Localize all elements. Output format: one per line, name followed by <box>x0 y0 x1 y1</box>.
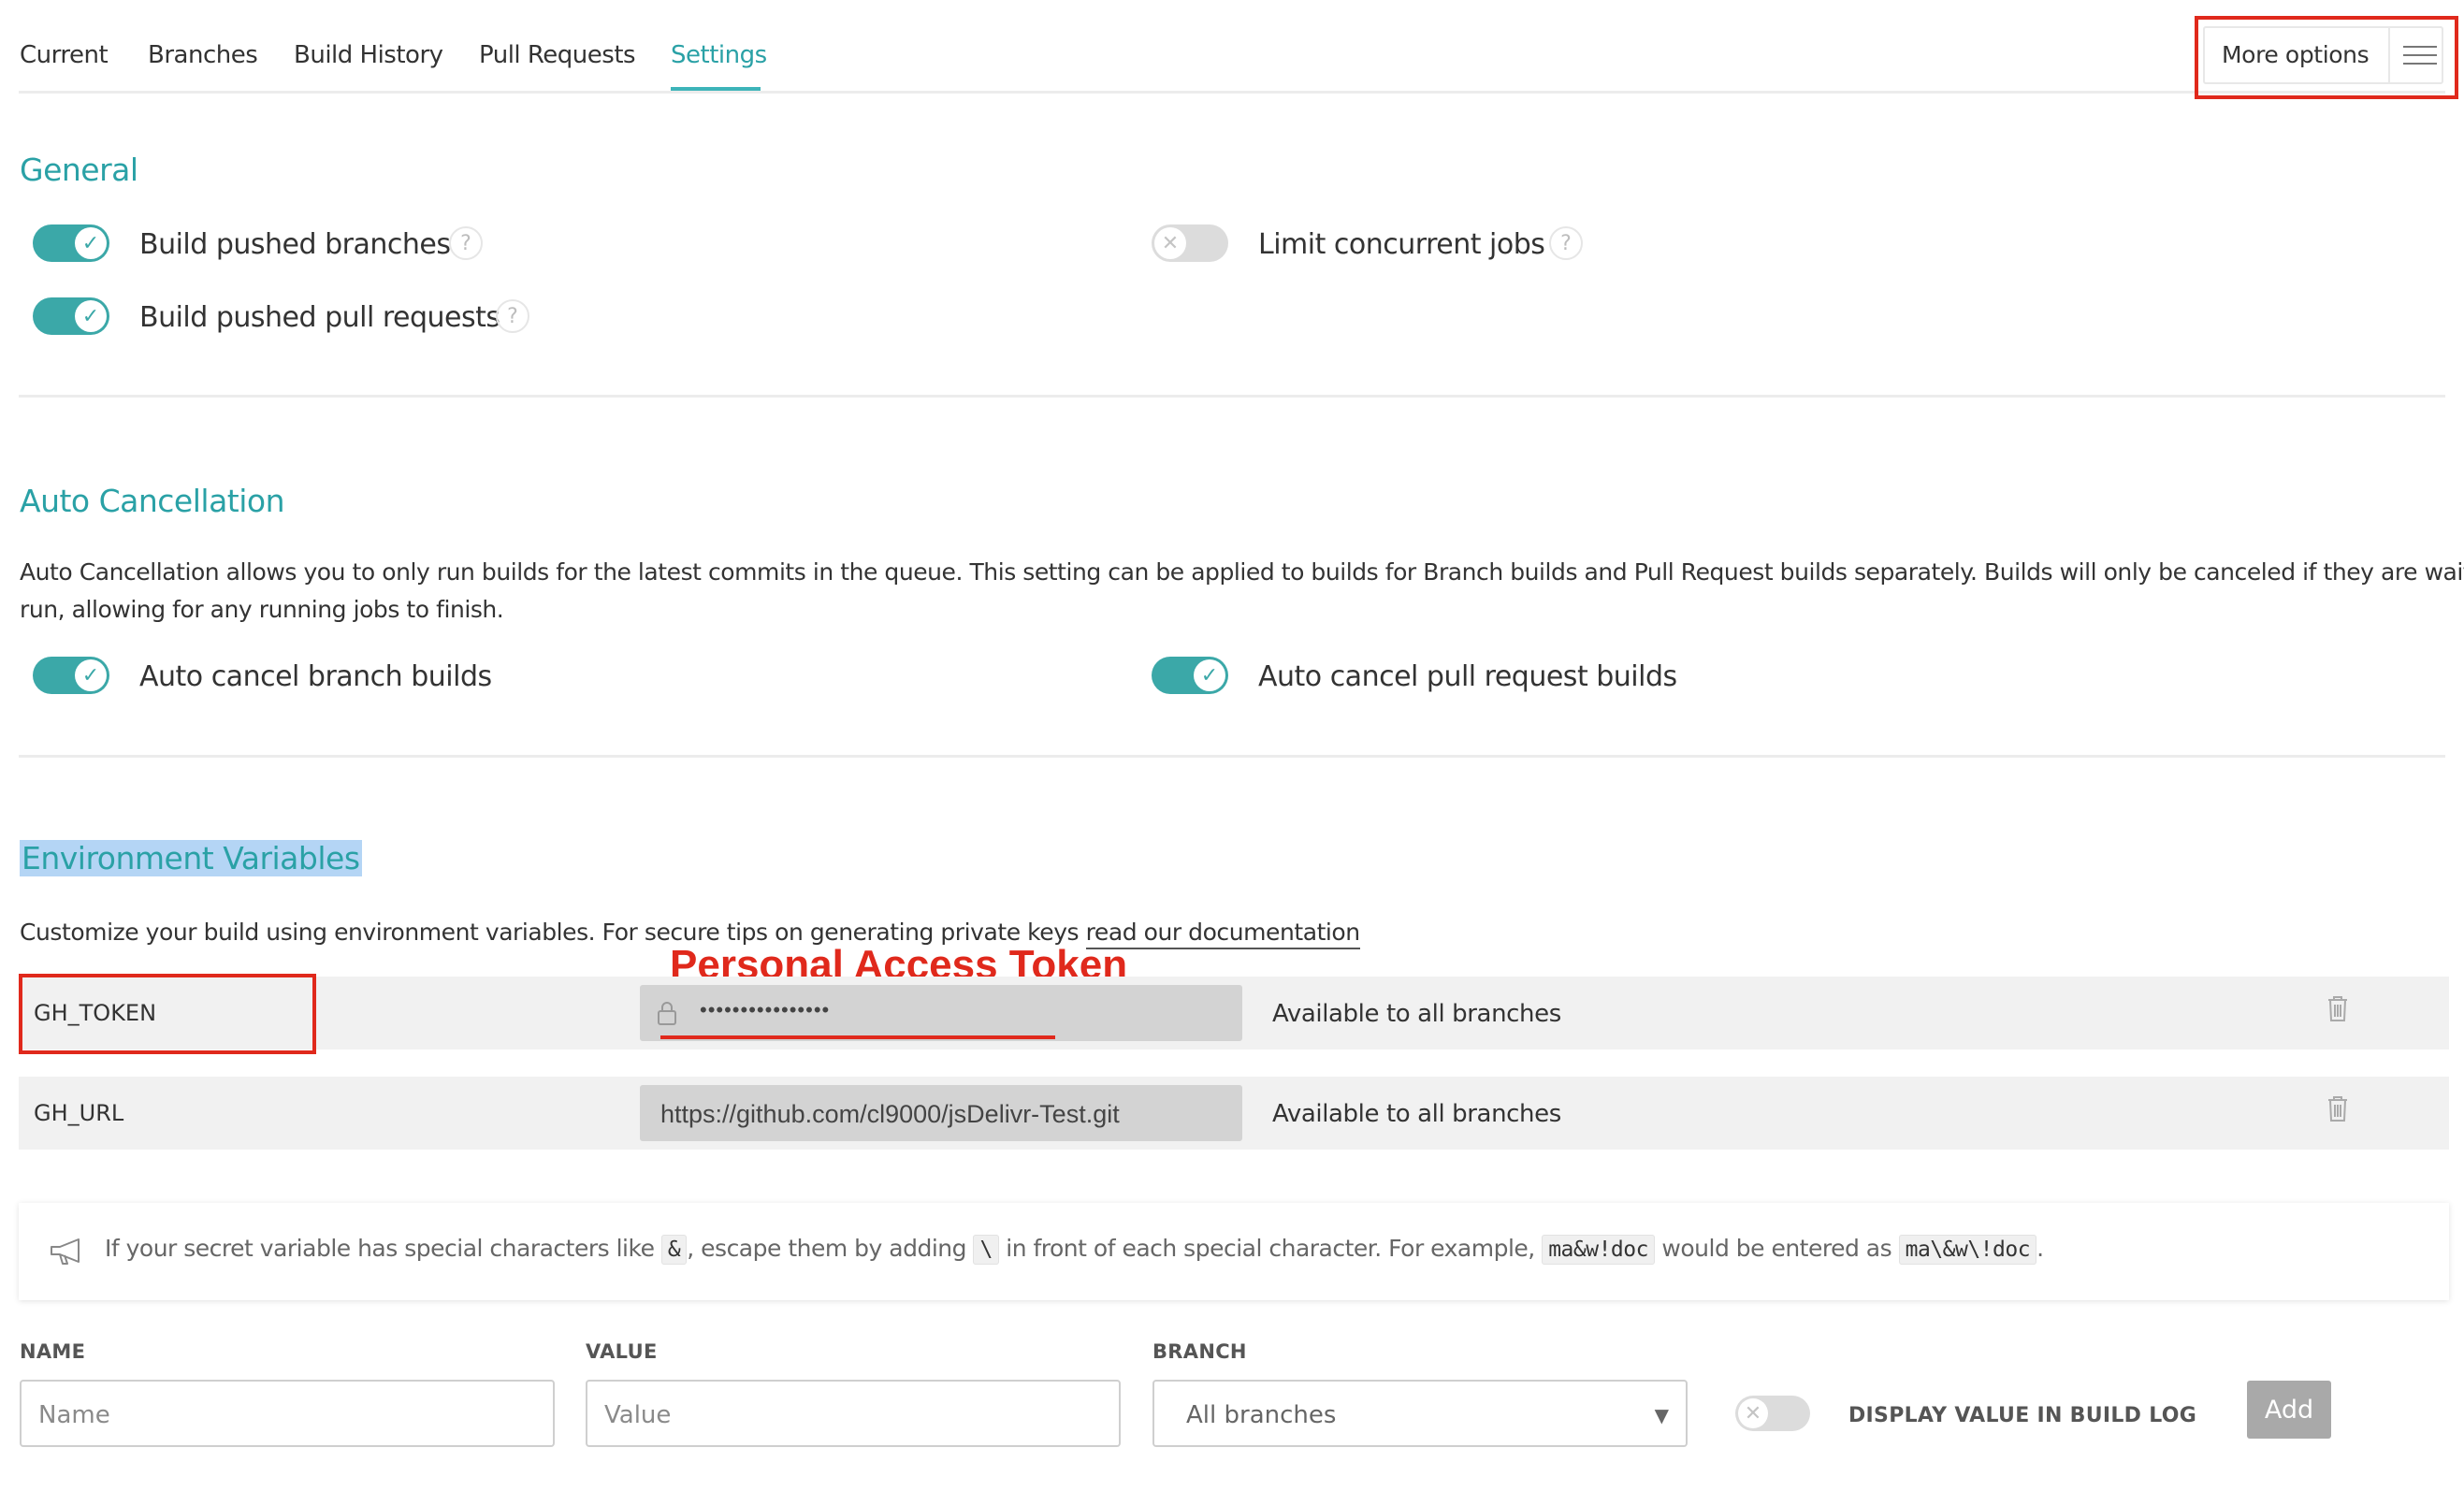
env-var-row: GH_TOKEN •••••••••••••••• Available to a… <box>19 977 2449 1049</box>
branch-selected-value: All branches <box>1186 1401 1337 1429</box>
env-var-value: •••••••••••••••• <box>640 985 1242 1041</box>
auto-cancellation-description-line2: run, allowing for any running jobs to fi… <box>20 596 504 623</box>
x-icon: ✕ <box>1738 1398 1768 1428</box>
check-icon: ✓ <box>75 659 107 691</box>
notice-code: ma&w!doc <box>1542 1235 1655 1265</box>
more-options-divider <box>2388 28 2390 82</box>
env-vars-section-title: Environment Variables <box>20 840 362 876</box>
tab-current[interactable]: Current <box>20 41 109 69</box>
env-var-value-text: https://github.com/cl9000/jsDelivr-Test.… <box>660 1100 1120 1128</box>
env-var-secret-value: •••••••••••••••• <box>700 998 831 1021</box>
more-options-button[interactable]: More options <box>2203 26 2443 84</box>
notice-text-part: in front of each special character. For … <box>998 1235 1543 1262</box>
check-icon: ✓ <box>1194 659 1225 691</box>
env-var-branch: Available to all branches <box>1272 1100 1561 1128</box>
help-icon[interactable]: ? <box>1549 226 1583 260</box>
notice-code: \ <box>973 1235 999 1265</box>
branch-select[interactable]: All branches ▼ <box>1152 1380 1688 1447</box>
help-icon[interactable]: ? <box>449 226 483 260</box>
auto-cancel-branch-toggle[interactable]: ✓ <box>33 657 109 694</box>
help-icon[interactable]: ? <box>496 299 529 333</box>
trash-icon[interactable] <box>2326 1093 2350 1123</box>
display-value-label: DISPLAY VALUE IN BUILD LOG <box>1848 1404 2197 1427</box>
tab-build-history[interactable]: Build History <box>294 41 443 69</box>
build-pushed-pull-requests-label: Build pushed pull requests <box>139 301 500 334</box>
notice-text-part: , escape them by adding <box>687 1235 974 1262</box>
env-var-value: https://github.com/cl9000/jsDelivr-Test.… <box>640 1085 1242 1141</box>
value-label: VALUE <box>586 1340 658 1363</box>
value-input[interactable]: Value <box>586 1380 1121 1447</box>
notice-code: ma\&w\!doc <box>1898 1235 2037 1265</box>
notice-text-part: would be entered as <box>1654 1235 1899 1262</box>
env-var-branch: Available to all branches <box>1272 1000 1561 1028</box>
auto-cancel-pull-request-label: Auto cancel pull request builds <box>1258 660 1677 693</box>
limit-concurrent-jobs-label: Limit concurrent jobs <box>1258 228 1545 261</box>
env-var-name: GH_URL <box>34 1100 124 1126</box>
auto-cancellation-section-title: Auto Cancellation <box>20 483 285 519</box>
build-pushed-branches-label: Build pushed branches <box>139 228 451 261</box>
value-placeholder: Value <box>604 1401 672 1429</box>
name-placeholder: Name <box>38 1401 110 1429</box>
more-options-label: More options <box>2222 41 2370 68</box>
check-icon: ✓ <box>75 300 107 332</box>
auto-cancel-pull-request-toggle[interactable]: ✓ <box>1152 657 1228 694</box>
build-pushed-branches-toggle[interactable]: ✓ <box>33 224 109 262</box>
add-button[interactable]: Add <box>2247 1381 2331 1439</box>
auto-cancellation-description-line1: Auto Cancellation allows you to only run… <box>20 558 2464 586</box>
display-value-toggle[interactable]: ✕ <box>1735 1396 1810 1431</box>
notice-text-part: If your secret variable has special char… <box>105 1235 661 1262</box>
tab-divider <box>19 91 2445 94</box>
lock-icon <box>658 1002 676 1025</box>
notice-code: & <box>660 1235 688 1265</box>
general-section-title: General <box>20 152 138 188</box>
escape-notice: If your secret variable has special char… <box>19 1203 2449 1300</box>
hamburger-menu-icon[interactable] <box>2403 46 2437 66</box>
name-input[interactable]: Name <box>20 1380 555 1447</box>
annotation-underline <box>660 1035 1055 1039</box>
x-icon: ✕ <box>1154 227 1186 259</box>
trash-icon[interactable] <box>2326 993 2350 1023</box>
build-pushed-pull-requests-toggle[interactable]: ✓ <box>33 297 109 335</box>
env-var-row: GH_URL https://github.com/cl9000/jsDeliv… <box>19 1077 2449 1150</box>
tab-branches[interactable]: Branches <box>148 41 258 69</box>
notice-text-part: . <box>2036 1235 2044 1262</box>
chevron-down-icon: ▼ <box>1654 1404 1669 1426</box>
tab-pull-requests[interactable]: Pull Requests <box>479 41 636 69</box>
auto-cancel-branch-label: Auto cancel branch builds <box>139 660 492 693</box>
megaphone-icon <box>51 1238 80 1265</box>
limit-concurrent-jobs-toggle[interactable]: ✕ <box>1152 224 1228 262</box>
tab-settings[interactable]: Settings <box>671 41 767 69</box>
annotation-highlight-gh-token <box>19 974 316 1054</box>
section-divider <box>19 395 2445 398</box>
branch-label: BRANCH <box>1152 1340 1247 1363</box>
section-divider <box>19 755 2445 758</box>
check-icon: ✓ <box>75 227 107 259</box>
name-label: NAME <box>20 1340 86 1363</box>
escape-notice-text: If your secret variable has special char… <box>105 1235 2044 1265</box>
